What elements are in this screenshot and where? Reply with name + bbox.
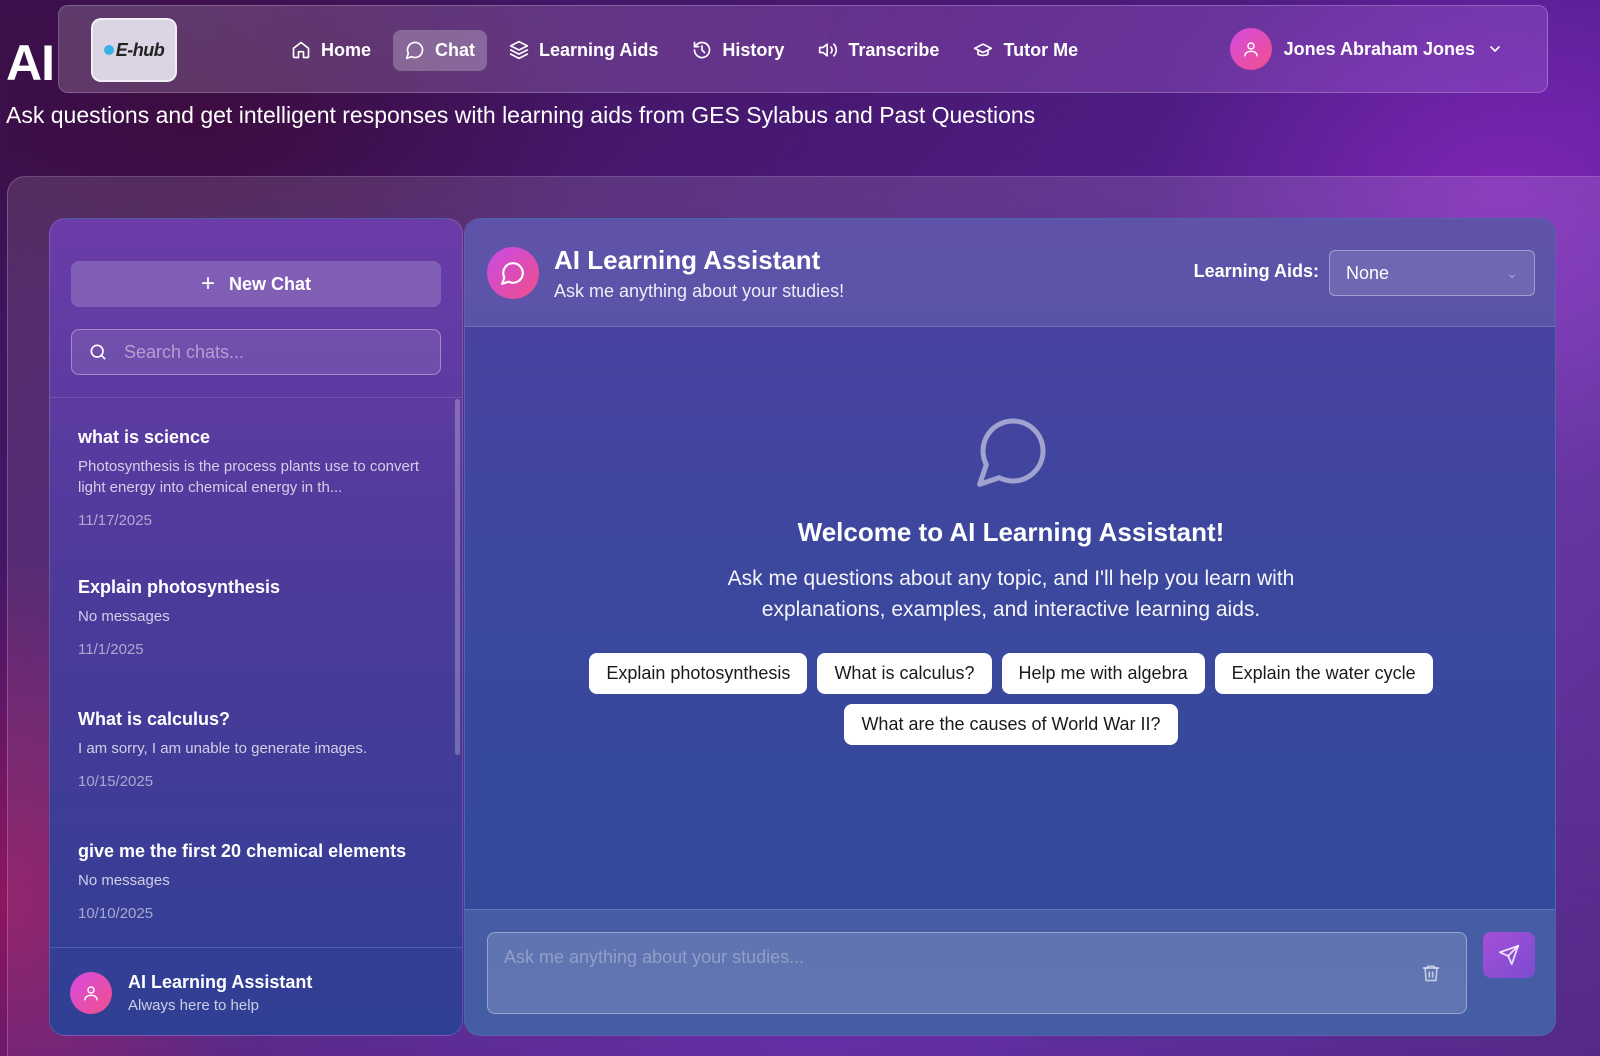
- chat-preview: Photosynthesis is the process plants use…: [78, 458, 420, 496]
- suggestion-chip[interactable]: Help me with algebra: [1001, 653, 1205, 694]
- chat-title: what is science: [78, 427, 211, 447]
- chat-list-scrollbar[interactable]: [455, 399, 460, 755]
- nav-item-transcribe[interactable]: Transcribe: [806, 30, 951, 71]
- search-input[interactable]: [124, 341, 424, 363]
- chat-preview: I am sorry, I am unable to generate imag…: [78, 740, 368, 757]
- chat-header: AI Learning Assistant Ask me anything ab…: [465, 219, 1555, 327]
- chat-preview: No messages: [78, 608, 170, 625]
- logo-globe-icon: [103, 45, 114, 55]
- send-button[interactable]: [1483, 932, 1535, 978]
- list-item[interactable]: Explain photosynthesis No messages 11/1/…: [78, 577, 438, 658]
- chat-list: what is science Photosynthesis is the pr…: [50, 399, 462, 947]
- nav-item-tutor-me[interactable]: Tutor Me: [961, 30, 1090, 71]
- suggestion-chip[interactable]: What is calculus?: [817, 653, 992, 694]
- list-item[interactable]: what is science Photosynthesis is the pr…: [78, 427, 438, 529]
- chat-title: Explain photosynthesis: [78, 577, 281, 597]
- user-icon: [84, 985, 98, 1000]
- logo-text: E-hub: [115, 39, 165, 60]
- ehub-logo[interactable]: E-hub: [91, 18, 177, 82]
- user-icon: [1243, 42, 1258, 57]
- layers-icon: [509, 40, 529, 60]
- send-icon: [1498, 944, 1520, 966]
- nav-item-label: Learning Aids: [539, 39, 659, 60]
- list-item[interactable]: What is calculus? I am sorry, I am unabl…: [78, 709, 438, 790]
- user-name: Jones Abraham Jones: [1283, 38, 1475, 59]
- nav-item-label: Chat: [435, 39, 476, 60]
- home-icon: [292, 41, 310, 59]
- new-chat-button[interactable]: + New Chat: [71, 261, 441, 307]
- chat-title: AI Learning Assistant: [554, 245, 821, 275]
- suggestion-chip[interactable]: Explain photosynthesis: [589, 653, 808, 694]
- chat-bubble-icon: [501, 262, 524, 285]
- graduation-cap-icon: [974, 43, 993, 57]
- message-composer: [465, 909, 1555, 1035]
- chat-date: 10/15/2025: [78, 773, 154, 790]
- message-input[interactable]: [487, 932, 1467, 1014]
- suggestion-chip[interactable]: Explain the water cycle: [1214, 653, 1433, 694]
- assistant-tagline: Always here to help: [128, 996, 259, 1014]
- search-icon: [90, 344, 106, 360]
- chat-date: 11/17/2025: [78, 512, 152, 529]
- nav-item-chat[interactable]: Chat: [393, 29, 488, 71]
- suggestion-chip[interactable]: What are the causes of World War II?: [844, 704, 1178, 745]
- trash-icon[interactable]: [1421, 962, 1441, 984]
- ai-heading: AI: [6, 35, 55, 91]
- assistant-avatar: [487, 247, 539, 299]
- chat-date: 10/10/2025: [78, 905, 154, 922]
- assistant-avatar: [70, 971, 112, 1014]
- history-icon: [694, 41, 711, 59]
- assistant-footer: AI Learning Assistant Always here to hel…: [50, 947, 462, 1035]
- chevron-down-icon: [1490, 46, 1500, 52]
- chat-title: What is calculus?: [78, 709, 231, 729]
- user-menu[interactable]: Jones Abraham Jones: [1229, 28, 1503, 70]
- chat-preview: No messages: [78, 872, 170, 889]
- learning-aids-value: None: [1346, 262, 1390, 283]
- top-navigation-bar: E-hub Home Chat Learning Aids History Tr…: [58, 5, 1548, 93]
- nav-item-label: Tutor Me: [1003, 39, 1079, 60]
- assistant-name: AI Learning Assistant: [128, 971, 313, 992]
- chat-main: AI Learning Assistant Ask me anything ab…: [464, 218, 1556, 1036]
- nav-item-label: Home: [321, 39, 372, 60]
- avatar: [1229, 28, 1272, 70]
- new-chat-label: New Chat: [229, 273, 312, 294]
- chevron-down-icon: ⌄: [1506, 264, 1518, 281]
- chat-bubble-icon: [405, 41, 424, 60]
- speaker-icon: [819, 43, 838, 57]
- chat-title: give me the first 20 chemical elements: [78, 841, 407, 861]
- nav-items: Home Chat Learning Aids History Transcri…: [279, 6, 1090, 94]
- nav-item-home[interactable]: Home: [279, 30, 383, 71]
- search-chats: [71, 329, 441, 375]
- page-subtitle: Ask questions and get intelligent respon…: [6, 102, 1036, 128]
- divider: [50, 397, 462, 398]
- nav-item-label: Transcribe: [848, 39, 940, 60]
- nav-item-learning-aids[interactable]: Learning Aids: [497, 30, 670, 71]
- list-item[interactable]: give me the first 20 chemical elements N…: [78, 841, 438, 922]
- welcome-text: Ask me questions about any topic, and I'…: [727, 567, 1295, 621]
- nav-item-label: History: [722, 39, 785, 60]
- plus-icon: +: [200, 270, 215, 297]
- suggestion-chips: Explain photosynthesis What is calculus?…: [535, 653, 1487, 745]
- chat-date: 11/1/2025: [78, 641, 144, 658]
- nav-item-history[interactable]: History: [680, 30, 796, 71]
- learning-aids-label: Learning Aids:: [1193, 261, 1319, 281]
- chat-bubble-icon: [977, 418, 1046, 487]
- welcome-title: Welcome to AI Learning Assistant!: [797, 517, 1225, 547]
- learning-aids-select[interactable]: None ⌄: [1329, 250, 1535, 296]
- chat-sidebar: + New Chat what is science Photosynthesi…: [49, 218, 463, 1036]
- chat-subtitle: Ask me anything about your studies!: [554, 281, 845, 301]
